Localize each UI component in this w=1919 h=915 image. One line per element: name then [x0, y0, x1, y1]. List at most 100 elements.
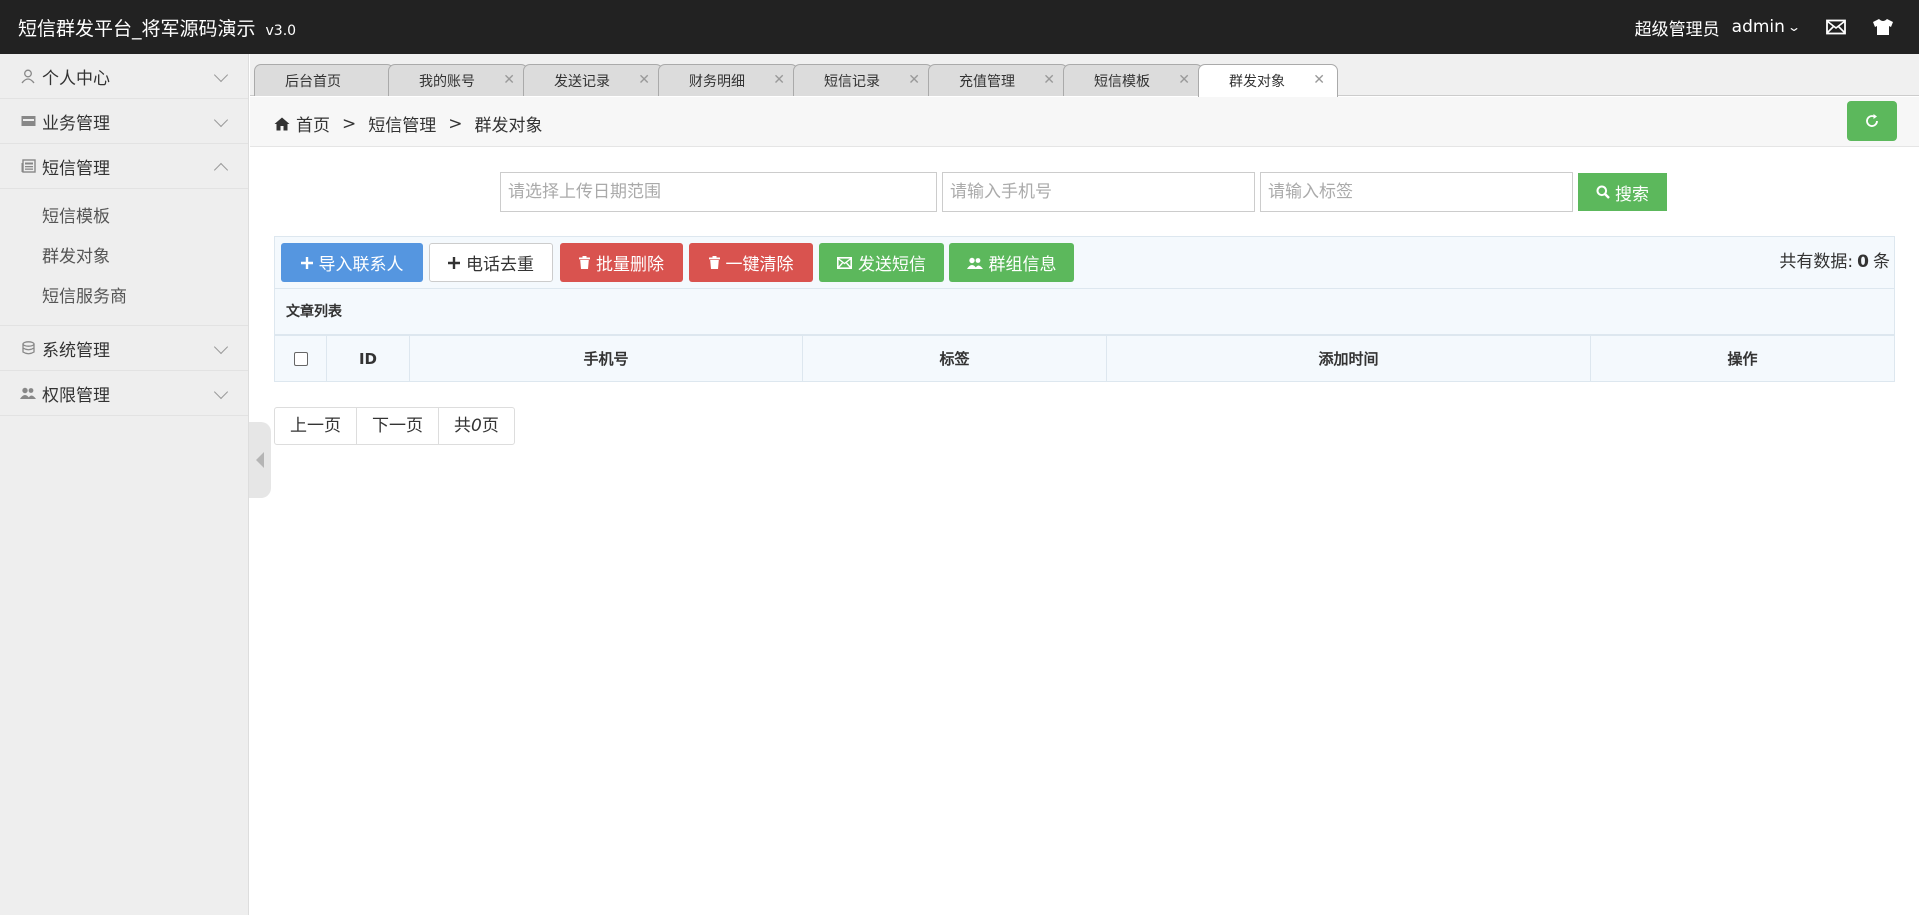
- chevron-down-icon: [213, 112, 229, 128]
- breadcrumb: 首页 > 短信管理 > 群发对象: [274, 111, 543, 136]
- tab-label: 短信记录: [824, 73, 880, 90]
- sidebar-item-personal[interactable]: 个人中心: [0, 54, 248, 99]
- close-icon[interactable]: ✕: [1043, 72, 1055, 88]
- sidebar-collapse-handle[interactable]: [249, 422, 271, 498]
- column-header-added-time[interactable]: 添加时间: [1107, 336, 1591, 381]
- sidebar-subitem-recipients[interactable]: 群发对象: [0, 237, 248, 277]
- user-menu[interactable]: admin ⌄: [1731, 17, 1802, 37]
- search-icon: [1596, 185, 1610, 199]
- pagination: 上一页 下一页 共0页: [274, 407, 515, 445]
- trash-icon: [579, 256, 590, 269]
- user-role: 超级管理员: [1634, 19, 1720, 40]
- tab-sms-template[interactable]: 短信模板 ✕: [1063, 64, 1203, 96]
- plus-icon: [448, 256, 460, 269]
- envelope-icon: [837, 256, 852, 269]
- select-all-checkbox[interactable]: [293, 351, 308, 366]
- plus-icon: [300, 256, 313, 269]
- date-range-input[interactable]: [500, 172, 937, 212]
- users-icon: [966, 257, 983, 269]
- app-title-text: 短信群发平台_将军源码演示: [18, 18, 256, 40]
- sidebar-item-label: 系统管理: [42, 340, 110, 361]
- tag-input[interactable]: [1260, 172, 1573, 212]
- breadcrumb-sms[interactable]: 短信管理: [368, 111, 436, 136]
- phone-input[interactable]: [942, 172, 1255, 212]
- column-header-id[interactable]: ID: [327, 336, 410, 381]
- action-toolbar: 导入联系人 电话去重 批量删除 一键清除 发送短信 群组信息 共有数据: 0 条: [274, 236, 1895, 289]
- button-label: 发送短信: [858, 255, 926, 275]
- user-icon: [20, 68, 36, 84]
- sidebar-item-permissions[interactable]: 权限管理: [0, 371, 248, 416]
- button-label: 电话去重: [466, 255, 534, 275]
- users-icon: [20, 385, 36, 401]
- tshirt-icon[interactable]: [1872, 16, 1894, 38]
- refresh-button[interactable]: [1847, 101, 1897, 141]
- batch-delete-button[interactable]: 批量删除: [560, 243, 683, 282]
- card-icon: [20, 113, 36, 129]
- button-label: 群组信息: [988, 255, 1057, 275]
- next-page-button[interactable]: 下一页: [357, 408, 439, 444]
- clear-all-button[interactable]: 一键清除: [689, 243, 813, 282]
- column-header-actions: 操作: [1727, 350, 1758, 368]
- total-suffix: 条: [1873, 252, 1890, 272]
- breadcrumb-home[interactable]: 首页: [296, 111, 330, 136]
- breadcrumb-separator: >: [448, 113, 463, 134]
- tab-recharge[interactable]: 充值管理 ✕: [928, 64, 1068, 96]
- import-contacts-button[interactable]: 导入联系人: [281, 243, 423, 282]
- app-title[interactable]: 短信群发平台_将军源码演示 v3.0: [18, 14, 296, 41]
- total-count: 共有数据: 0 条: [1779, 247, 1890, 272]
- tab-label: 短信模板: [1094, 73, 1150, 90]
- sidebar-item-business[interactable]: 业务管理: [0, 99, 248, 144]
- search-button[interactable]: 搜索: [1578, 173, 1667, 211]
- tab-finance[interactable]: 财务明细 ✕: [658, 64, 798, 96]
- chevron-down-icon: ⌄: [1786, 20, 1802, 34]
- sidebar-item-sms[interactable]: 短信管理: [0, 144, 248, 189]
- page-total-value: 0: [471, 416, 482, 436]
- dedupe-phones-button[interactable]: 电话去重: [429, 243, 553, 282]
- close-icon[interactable]: ✕: [503, 72, 515, 88]
- username: admin: [1731, 17, 1785, 37]
- close-icon[interactable]: ✕: [908, 72, 920, 88]
- chevron-down-icon: [213, 384, 229, 400]
- sidebar-item-label: 个人中心: [42, 68, 110, 89]
- prev-page-button[interactable]: 上一页: [275, 408, 357, 444]
- sidebar-subitem-sms-provider[interactable]: 短信服务商: [0, 277, 248, 317]
- tab-send-records[interactable]: 发送记录 ✕: [523, 64, 663, 96]
- button-label: 导入联系人: [318, 255, 404, 275]
- breadcrumb-bar: 首页 > 短信管理 > 群发对象: [250, 97, 1919, 147]
- tab-label: 财务明细: [689, 73, 745, 90]
- page-total-suffix: 页: [481, 416, 499, 436]
- column-header-phone[interactable]: 手机号: [410, 336, 803, 381]
- sidebar-item-system[interactable]: 系统管理: [0, 326, 248, 371]
- sidebar-item-label: 短信管理: [42, 158, 110, 179]
- close-icon[interactable]: ✕: [638, 72, 650, 88]
- total-value: 0: [1857, 252, 1869, 272]
- tab-my-account[interactable]: 我的账号 ✕: [388, 64, 528, 96]
- tab-dashboard[interactable]: 后台首页: [254, 64, 394, 96]
- sms-submenu: 短信模板 群发对象 短信服务商: [0, 189, 248, 326]
- page-total: 共0页: [439, 408, 514, 444]
- database-icon: [20, 340, 36, 356]
- newspaper-icon: [20, 158, 36, 174]
- tab-label: 发送记录: [554, 73, 610, 90]
- page-total-prefix: 共: [454, 416, 471, 436]
- column-header-tag[interactable]: 标签: [803, 336, 1107, 381]
- select-all-cell: [275, 336, 327, 381]
- caret-left-icon: [256, 452, 264, 468]
- refresh-icon: [1864, 113, 1880, 129]
- send-sms-button[interactable]: 发送短信: [819, 243, 944, 282]
- mail-icon[interactable]: [1825, 16, 1847, 38]
- total-prefix: 共有数据:: [1779, 252, 1854, 272]
- trash-icon: [708, 256, 720, 269]
- tab-label: 我的账号: [419, 73, 475, 90]
- tab-sms-records[interactable]: 短信记录 ✕: [793, 64, 933, 96]
- tab-label: 充值管理: [959, 73, 1015, 90]
- close-icon[interactable]: ✕: [1178, 72, 1190, 88]
- sidebar-subitem-sms-template[interactable]: 短信模板: [0, 197, 248, 237]
- sidebar-item-label: 权限管理: [42, 385, 110, 406]
- tab-recipients[interactable]: 群发对象 ✕: [1198, 64, 1338, 97]
- group-info-button[interactable]: 群组信息: [949, 243, 1074, 282]
- tab-bar: 后台首页 我的账号 ✕ 发送记录 ✕ 财务明细 ✕ 短信记录 ✕ 充值管理 ✕ 短信模板 ✕…: [250, 54, 1919, 97]
- tab-label: 群发对象: [1229, 74, 1285, 90]
- close-icon[interactable]: ✕: [1313, 72, 1325, 88]
- close-icon[interactable]: ✕: [773, 72, 785, 88]
